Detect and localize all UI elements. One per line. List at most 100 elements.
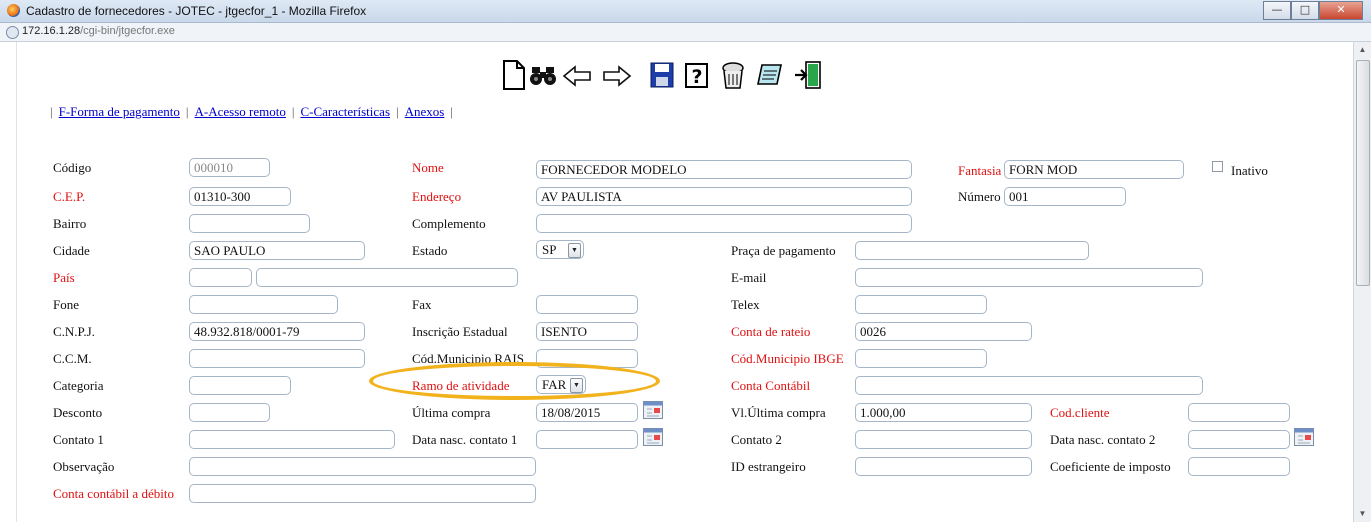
label-telex: Telex — [731, 297, 760, 312]
notes-icon[interactable] — [756, 62, 784, 88]
email-field[interactable] — [855, 268, 1203, 287]
calendar-icon[interactable] — [1294, 428, 1314, 446]
ccm-field[interactable] — [189, 349, 365, 368]
label-endereco: Endereço — [412, 189, 462, 204]
label-conta-contabil: Conta Contábil — [731, 378, 811, 393]
desconto-field[interactable] — [189, 403, 270, 422]
label-ccm: C.C.M. — [53, 351, 92, 366]
data-nasc2-field[interactable] — [1188, 430, 1290, 449]
label-contato2: Contato 2 — [731, 432, 782, 447]
label-desconto: Desconto — [53, 405, 103, 420]
label-pais: País — [53, 270, 75, 285]
id-estrangeiro-field[interactable] — [855, 457, 1032, 476]
label-cnpj: C.N.P.J. — [53, 324, 95, 339]
label-coeficiente: Coeficiente de imposto — [1050, 459, 1171, 474]
nome-field[interactable]: FORNECEDOR MODELO — [536, 160, 912, 179]
numero-field[interactable]: 001 — [1004, 187, 1126, 206]
data-nasc1-field[interactable] — [536, 430, 638, 449]
svg-text:?: ? — [691, 66, 702, 88]
arrow-right-icon[interactable] — [602, 65, 632, 87]
link-menu: | F-Forma de pagamento | A-Acesso remoto | C-… — [50, 104, 453, 119]
label-fantasia: Fantasia — [958, 163, 1002, 178]
conta-rateio-field[interactable]: 0026 — [855, 322, 1032, 341]
label-observacao: Observação — [53, 459, 115, 474]
endereco-field[interactable]: AV PAULISTA — [536, 187, 912, 206]
vl-ultima-field[interactable]: 1.000,00 — [855, 403, 1032, 422]
label-vl-ultima: Vl.Última compra — [731, 405, 826, 420]
label-numero: Número — [958, 189, 1001, 204]
save-floppy-icon[interactable] — [650, 62, 674, 88]
label-email: E-mail — [731, 270, 767, 285]
search-binoculars-icon[interactable] — [530, 64, 556, 86]
window-titlebar: Cadastro de fornecedores - JOTEC - jtgec… — [0, 0, 1371, 23]
label-conta-debito: Conta contábil a débito — [53, 486, 174, 501]
complemento-field[interactable] — [536, 214, 912, 233]
label-conta-rateio: Conta de rateio — [731, 324, 811, 339]
label-ultima-compra: Última compra — [412, 405, 491, 420]
observacao-field[interactable] — [189, 457, 536, 476]
close-icon[interactable]: ✕ — [1319, 1, 1363, 20]
telex-field[interactable] — [855, 295, 987, 314]
cidade-field[interactable]: SAO PAULO — [189, 241, 365, 260]
estado-select[interactable]: SP ▼ — [536, 240, 584, 259]
exit-door-icon[interactable] — [794, 60, 822, 90]
fax-field[interactable] — [536, 295, 638, 314]
codigo-field[interactable]: 000010 — [189, 158, 270, 177]
link-acesso-remoto[interactable]: A-Acesso remoto — [195, 104, 286, 119]
cod-cliente-field[interactable] — [1188, 403, 1290, 422]
label-cod-ibge: Cód.Municipio IBGE — [731, 351, 844, 366]
link-forma-pagamento[interactable]: F-Forma de pagamento — [59, 104, 180, 119]
label-contato1: Contato 1 — [53, 432, 104, 447]
label-estado: Estado — [412, 243, 448, 258]
conta-contabil-field[interactable] — [855, 376, 1203, 395]
conta-debito-field[interactable] — [189, 484, 536, 503]
contato1-field[interactable] — [189, 430, 395, 449]
help-icon[interactable]: ? — [684, 62, 710, 89]
label-praca: Praça de pagamento — [731, 243, 836, 258]
contato2-field[interactable] — [855, 430, 1032, 449]
window-title: Cadastro de fornecedores - JOTEC - jtgec… — [26, 4, 367, 18]
fone-field[interactable] — [189, 295, 338, 314]
cep-field[interactable]: 01310-300 — [189, 187, 291, 206]
address-bar[interactable]: 172.16.1.28/cgi-bin/jtgecfor.exe — [0, 23, 1371, 42]
label-complemento: Complemento — [412, 216, 486, 231]
calendar-icon[interactable] — [643, 401, 663, 419]
label-cod-cliente: Cod.cliente — [1050, 405, 1110, 420]
categoria-field[interactable] — [189, 376, 291, 395]
pais-name-field[interactable] — [256, 268, 518, 287]
praca-field[interactable] — [855, 241, 1089, 260]
chevron-down-icon[interactable]: ▼ — [568, 243, 581, 258]
minimize-icon[interactable]: — — [1263, 1, 1291, 20]
label-nome: Nome — [412, 160, 444, 175]
arrow-left-icon[interactable] — [562, 65, 592, 87]
label-bairro: Bairro — [53, 216, 87, 231]
new-document-icon[interactable] — [503, 60, 525, 90]
inativo-checkbox[interactable] — [1212, 161, 1223, 172]
inscricao-field[interactable]: ISENTO — [536, 322, 638, 341]
highlight-ring — [369, 362, 660, 400]
vertical-scrollbar[interactable]: ▲ ▼ — [1353, 42, 1371, 522]
label-fax: Fax — [412, 297, 432, 312]
maximize-icon[interactable]: □ — [1291, 1, 1319, 20]
label-codigo: Código — [53, 160, 92, 175]
scroll-thumb[interactable] — [1356, 60, 1370, 286]
cod-ibge-field[interactable] — [855, 349, 987, 368]
label-data-nasc1: Data nasc. contato 1 — [412, 432, 518, 447]
pais-code-field[interactable] — [189, 268, 252, 287]
globe-icon — [6, 26, 19, 39]
scroll-up-icon[interactable]: ▲ — [1354, 42, 1371, 58]
label-inativo: Inativo — [1231, 163, 1268, 178]
cnpj-field[interactable]: 48.932.818/0001-79 — [189, 322, 365, 341]
url-text[interactable]: 172.16.1.28/cgi-bin/jtgecfor.exe — [22, 25, 175, 37]
coeficiente-field[interactable] — [1188, 457, 1290, 476]
fantasia-field[interactable]: FORN MOD — [1004, 160, 1184, 179]
label-id-estrangeiro: ID estrangeiro — [731, 459, 806, 474]
delete-trash-icon[interactable] — [720, 60, 746, 90]
link-caracteristicas[interactable]: C-Características — [300, 104, 390, 119]
scroll-down-icon[interactable]: ▼ — [1354, 506, 1371, 522]
bairro-field[interactable] — [189, 214, 310, 233]
calendar-icon[interactable] — [643, 428, 663, 446]
ultima-compra-field[interactable]: 18/08/2015 — [536, 403, 638, 422]
link-anexos[interactable]: Anexos — [405, 104, 445, 119]
window-controls: — □ ✕ — [1263, 1, 1363, 20]
